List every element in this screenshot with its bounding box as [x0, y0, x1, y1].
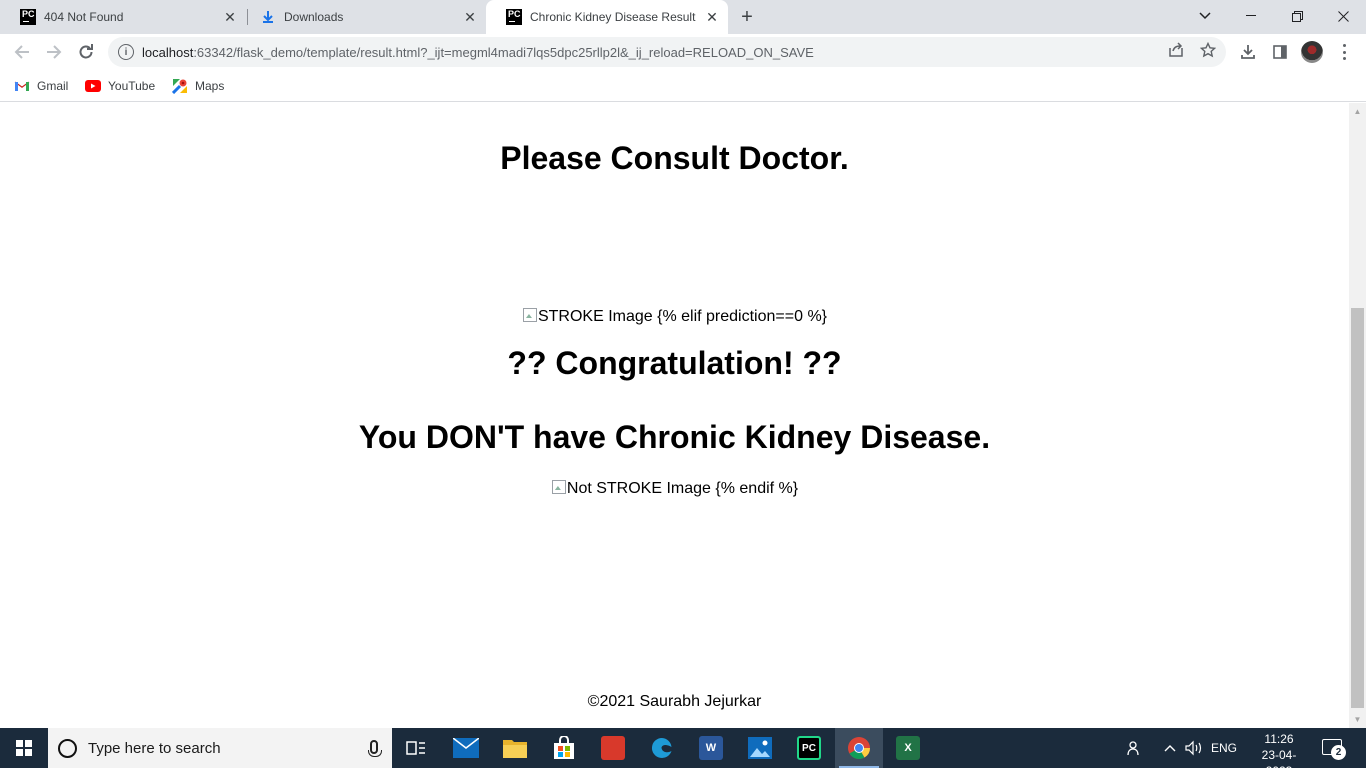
page-scrollbar[interactable]: ▲ ▼	[1349, 103, 1366, 728]
windows-taskbar: Type here to search W PC X ENG 11:26 23-…	[0, 728, 1366, 778]
broken-image-icon	[522, 307, 538, 323]
close-icon[interactable]: ✕	[222, 9, 238, 25]
bookmark-label: YouTube	[108, 79, 156, 93]
edge-app-button[interactable]	[638, 728, 686, 768]
back-button[interactable]	[8, 38, 36, 66]
people-icon[interactable]	[1124, 728, 1146, 768]
page-viewport: Please Consult Doctor. STROKE Image {% e…	[0, 103, 1349, 728]
tab-title: Downloads	[284, 10, 344, 24]
bookmark-maps[interactable]: Maps	[172, 76, 224, 96]
share-icon[interactable]	[1167, 41, 1185, 59]
search-icon	[58, 738, 77, 758]
close-icon[interactable]: ✕	[462, 9, 478, 25]
clock-time: 11:26	[1264, 732, 1294, 746]
not-stroke-image-broken: Not STROKE Image {% endif %}	[0, 479, 1349, 498]
game-app-button[interactable]	[589, 728, 637, 768]
tab-search-chevron-icon[interactable]	[1182, 0, 1228, 32]
downloads-icon[interactable]	[1238, 42, 1258, 62]
tab-chronic-kidney-disease-result[interactable]: Chronic Kidney Disease Result ✕	[486, 0, 728, 34]
mail-icon	[453, 738, 479, 758]
search-placeholder: Type here to search	[88, 739, 221, 757]
task-view-button[interactable]	[392, 728, 440, 768]
scroll-down-arrow-icon[interactable]: ▼	[1349, 711, 1366, 728]
page-footer: ©2021 Saurabh Jejurkar	[587, 693, 762, 710]
start-button[interactable]	[0, 728, 48, 768]
tab-title: Chronic Kidney Disease Result	[530, 10, 696, 24]
word-icon: W	[699, 736, 723, 760]
reload-button[interactable]	[72, 38, 100, 66]
maps-icon	[172, 78, 188, 94]
youtube-icon	[85, 78, 101, 94]
store-app-button[interactable]	[540, 728, 588, 768]
excel-app-button[interactable]: X	[884, 728, 932, 768]
excel-icon: X	[896, 736, 920, 760]
system-clock[interactable]: 11:26 23-04-2023	[1252, 731, 1306, 779]
microphone-icon[interactable]	[368, 740, 382, 757]
tab-title: 404 Not Found	[44, 10, 124, 24]
broken-image-icon	[551, 479, 567, 495]
bookmarks-bar: Gmail YouTube Maps	[0, 70, 1366, 102]
close-icon[interactable]: ✕	[704, 9, 720, 25]
scroll-up-arrow-icon[interactable]: ▲	[1349, 103, 1366, 120]
windows-logo-icon	[16, 740, 32, 756]
not-stroke-image-alt-text: Not STROKE Image {% endif %}	[566, 480, 799, 497]
result-heading: You DON'T have Chronic Kidney Disease.	[358, 419, 991, 455]
browser-toolbar: i localhost:63342/flask_demo/template/re…	[0, 34, 1366, 70]
store-icon	[554, 736, 574, 759]
forward-button[interactable]	[40, 38, 68, 66]
stroke-image-broken: STROKE Image {% elif prediction==0 %}	[0, 307, 1349, 326]
taskbar-search-box[interactable]: Type here to search	[48, 728, 392, 768]
profile-avatar[interactable]	[1301, 41, 1323, 63]
clock-date: 23-04-2023	[1261, 748, 1297, 778]
tab-downloads[interactable]: Downloads ✕	[240, 0, 486, 34]
show-hidden-icons-chevron-icon[interactable]	[1160, 728, 1180, 768]
pycharm-icon: PC	[797, 736, 821, 760]
bookmark-label: Maps	[195, 79, 225, 93]
side-panel-icon[interactable]	[1270, 42, 1290, 62]
task-view-icon	[406, 741, 425, 755]
browser-menu-icon[interactable]	[1338, 42, 1350, 62]
chrome-icon	[848, 737, 870, 759]
word-app-button[interactable]: W	[687, 728, 735, 768]
congratulation-heading: ?? Congratulation! ??	[507, 345, 842, 381]
game-icon	[601, 736, 625, 760]
gmail-icon	[14, 78, 30, 94]
new-tab-button[interactable]: +	[737, 7, 757, 27]
edge-icon	[651, 737, 672, 758]
folder-icon	[503, 740, 527, 758]
bookmark-label: Gmail	[37, 79, 69, 93]
volume-icon[interactable]	[1184, 728, 1204, 768]
url-text: localhost:63342/flask_demo/template/resu…	[142, 44, 814, 60]
bookmark-youtube[interactable]: YouTube	[85, 76, 155, 96]
bookmark-gmail[interactable]: Gmail	[14, 76, 68, 96]
close-window-button[interactable]	[1320, 0, 1366, 32]
scroll-thumb[interactable]	[1351, 308, 1364, 708]
stroke-image-alt-text: STROKE Image {% elif prediction==0 %}	[537, 308, 828, 325]
notification-count-badge: 2	[1331, 745, 1346, 760]
pycharm-icon	[20, 9, 36, 25]
minimize-button[interactable]	[1228, 0, 1274, 32]
file-explorer-button[interactable]	[491, 728, 539, 768]
tab-strip: 404 Not Found ✕ Downloads ✕ Chronic Kidn…	[0, 0, 1366, 34]
language-indicator[interactable]: ENG	[1208, 728, 1240, 768]
download-icon	[260, 9, 276, 25]
photos-app-button[interactable]	[736, 728, 784, 768]
mail-app-button[interactable]	[442, 728, 490, 768]
address-bar[interactable]: i localhost:63342/flask_demo/template/re…	[108, 37, 1226, 67]
pycharm-app-button[interactable]: PC	[785, 728, 833, 768]
consult-doctor-heading: Please Consult Doctor.	[500, 140, 849, 176]
pycharm-icon	[506, 9, 522, 25]
bookmark-star-icon[interactable]	[1199, 41, 1217, 59]
chrome-app-button[interactable]	[835, 728, 883, 768]
photos-icon	[748, 737, 772, 759]
tab-404-not-found[interactable]: 404 Not Found ✕	[0, 0, 246, 34]
site-info-icon[interactable]: i	[118, 44, 134, 60]
restore-button[interactable]	[1274, 0, 1320, 32]
